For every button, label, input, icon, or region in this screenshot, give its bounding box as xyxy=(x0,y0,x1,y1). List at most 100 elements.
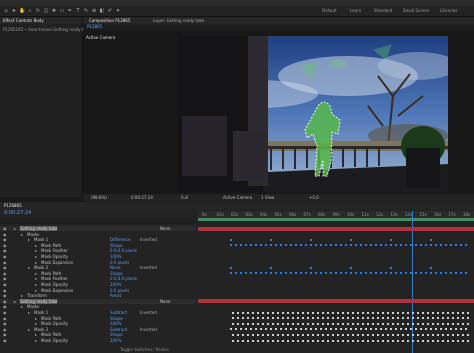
keyframe[interactable] xyxy=(312,333,314,336)
keyframe[interactable] xyxy=(447,339,449,342)
keyframe[interactable] xyxy=(270,272,272,275)
keyframe[interactable] xyxy=(442,333,444,336)
keyframe[interactable] xyxy=(317,333,319,336)
keyframe[interactable] xyxy=(407,317,409,320)
keyframe[interactable] xyxy=(405,328,407,331)
current-time-indicator[interactable] xyxy=(412,211,413,353)
keyframe[interactable] xyxy=(352,311,354,314)
layer-row[interactable]: ◉ ▸ Mask Opacity 100% xyxy=(0,338,196,343)
keyframe[interactable] xyxy=(330,272,332,275)
keyframe[interactable] xyxy=(447,333,449,336)
keyframe[interactable] xyxy=(320,244,322,247)
keyframe[interactable] xyxy=(405,272,407,275)
keyframe[interactable] xyxy=(310,328,312,331)
twirl-icon[interactable]: ▸ xyxy=(21,232,23,237)
keyframe[interactable] xyxy=(247,333,249,336)
keyframe[interactable] xyxy=(425,328,427,331)
keyframe[interactable] xyxy=(410,328,412,331)
layer-row[interactable]: ◉ ▸ Mask Path Shape xyxy=(0,332,196,337)
keyframe[interactable] xyxy=(357,317,359,320)
keyframe[interactable] xyxy=(462,339,464,342)
keyframe[interactable] xyxy=(317,339,319,342)
keyframe[interactable] xyxy=(312,339,314,342)
keyframe[interactable] xyxy=(380,328,382,331)
keyframe[interactable] xyxy=(347,311,349,314)
keyframe[interactable] xyxy=(245,272,247,275)
visibility-icon[interactable]: ◉ xyxy=(3,338,7,343)
keyframe[interactable] xyxy=(347,322,349,325)
keyframe[interactable] xyxy=(242,339,244,342)
keyframe[interactable] xyxy=(270,266,272,269)
viewer-timecode[interactable]: 0:00:27:24 xyxy=(131,195,153,200)
twirl-icon[interactable]: ▸ xyxy=(28,310,30,315)
keyframe[interactable] xyxy=(400,328,402,331)
keyframe[interactable] xyxy=(425,244,427,247)
workspace-default[interactable]: Default xyxy=(322,8,337,13)
layer-duration-bar[interactable] xyxy=(198,299,474,304)
visibility-icon[interactable]: ◉ xyxy=(3,243,7,248)
keyframe[interactable] xyxy=(267,317,269,320)
keyframe[interactable] xyxy=(337,322,339,325)
keyframe[interactable] xyxy=(417,333,419,336)
layer-name[interactable]: Mask Feather xyxy=(41,276,68,281)
keyframe[interactable] xyxy=(427,333,429,336)
property-value[interactable]: 100% xyxy=(110,338,121,343)
keyframe[interactable] xyxy=(387,311,389,314)
keyframe[interactable] xyxy=(267,311,269,314)
keyframe[interactable] xyxy=(282,322,284,325)
keyframe[interactable] xyxy=(360,272,362,275)
keyframe[interactable] xyxy=(245,328,247,331)
keyframe[interactable] xyxy=(285,272,287,275)
keyframe[interactable] xyxy=(342,333,344,336)
keyframe[interactable] xyxy=(352,317,354,320)
keyframe[interactable] xyxy=(382,339,384,342)
keyframe[interactable] xyxy=(430,266,432,269)
keyframe[interactable] xyxy=(392,322,394,325)
keyframe[interactable] xyxy=(390,244,392,247)
keyframe[interactable] xyxy=(340,244,342,247)
keyframe[interactable] xyxy=(277,333,279,336)
keyframe[interactable] xyxy=(417,322,419,325)
layer-row[interactable]: ◉ ▸ Getting ready take None xyxy=(0,226,196,231)
keyframe[interactable] xyxy=(375,272,377,275)
keyframe[interactable] xyxy=(447,322,449,325)
zoom-dropdown[interactable]: (98.8%) xyxy=(91,195,107,200)
keyframe[interactable] xyxy=(277,322,279,325)
keyframe[interactable] xyxy=(357,339,359,342)
keyframe[interactable] xyxy=(355,244,357,247)
keyframe[interactable] xyxy=(262,333,264,336)
keyframe[interactable] xyxy=(300,328,302,331)
workspace-standard[interactable]: Standard xyxy=(374,8,392,13)
keyframe[interactable] xyxy=(420,272,422,275)
keyframe[interactable] xyxy=(315,244,317,247)
visibility-icon[interactable]: ◉ xyxy=(3,327,7,332)
keyframe[interactable] xyxy=(417,311,419,314)
visibility-icon[interactable]: ◉ xyxy=(3,248,7,253)
keyframe[interactable] xyxy=(455,244,457,247)
twirl-icon[interactable]: ▸ xyxy=(35,338,37,343)
keyframe[interactable] xyxy=(362,311,364,314)
keyframe[interactable] xyxy=(360,328,362,331)
keyframe[interactable] xyxy=(422,339,424,342)
keyframe[interactable] xyxy=(442,311,444,314)
keyframe[interactable] xyxy=(432,333,434,336)
keyframe[interactable] xyxy=(270,244,272,247)
keyframe[interactable] xyxy=(357,322,359,325)
keyframe[interactable] xyxy=(252,322,254,325)
keyframe[interactable] xyxy=(252,333,254,336)
puppet-tool-icon[interactable]: ✦ xyxy=(115,8,121,14)
twirl-icon[interactable]: ▸ xyxy=(35,321,37,326)
keyframe[interactable] xyxy=(257,322,259,325)
clone-tool-icon[interactable]: ⊕ xyxy=(91,8,97,14)
keyframe[interactable] xyxy=(352,339,354,342)
roto-brush-icon[interactable]: ✐ xyxy=(107,8,113,14)
keyframe[interactable] xyxy=(457,317,459,320)
keyframe[interactable] xyxy=(402,322,404,325)
keyframe[interactable] xyxy=(242,333,244,336)
keyframe[interactable] xyxy=(390,272,392,275)
keyframe[interactable] xyxy=(462,311,464,314)
layer-row[interactable]: ◉ ▸ Mask Path Shape xyxy=(0,316,196,321)
keyframe[interactable] xyxy=(387,317,389,320)
keyframe[interactable] xyxy=(290,272,292,275)
tab-effect-controls[interactable]: Effect Controls Body xyxy=(3,18,44,23)
